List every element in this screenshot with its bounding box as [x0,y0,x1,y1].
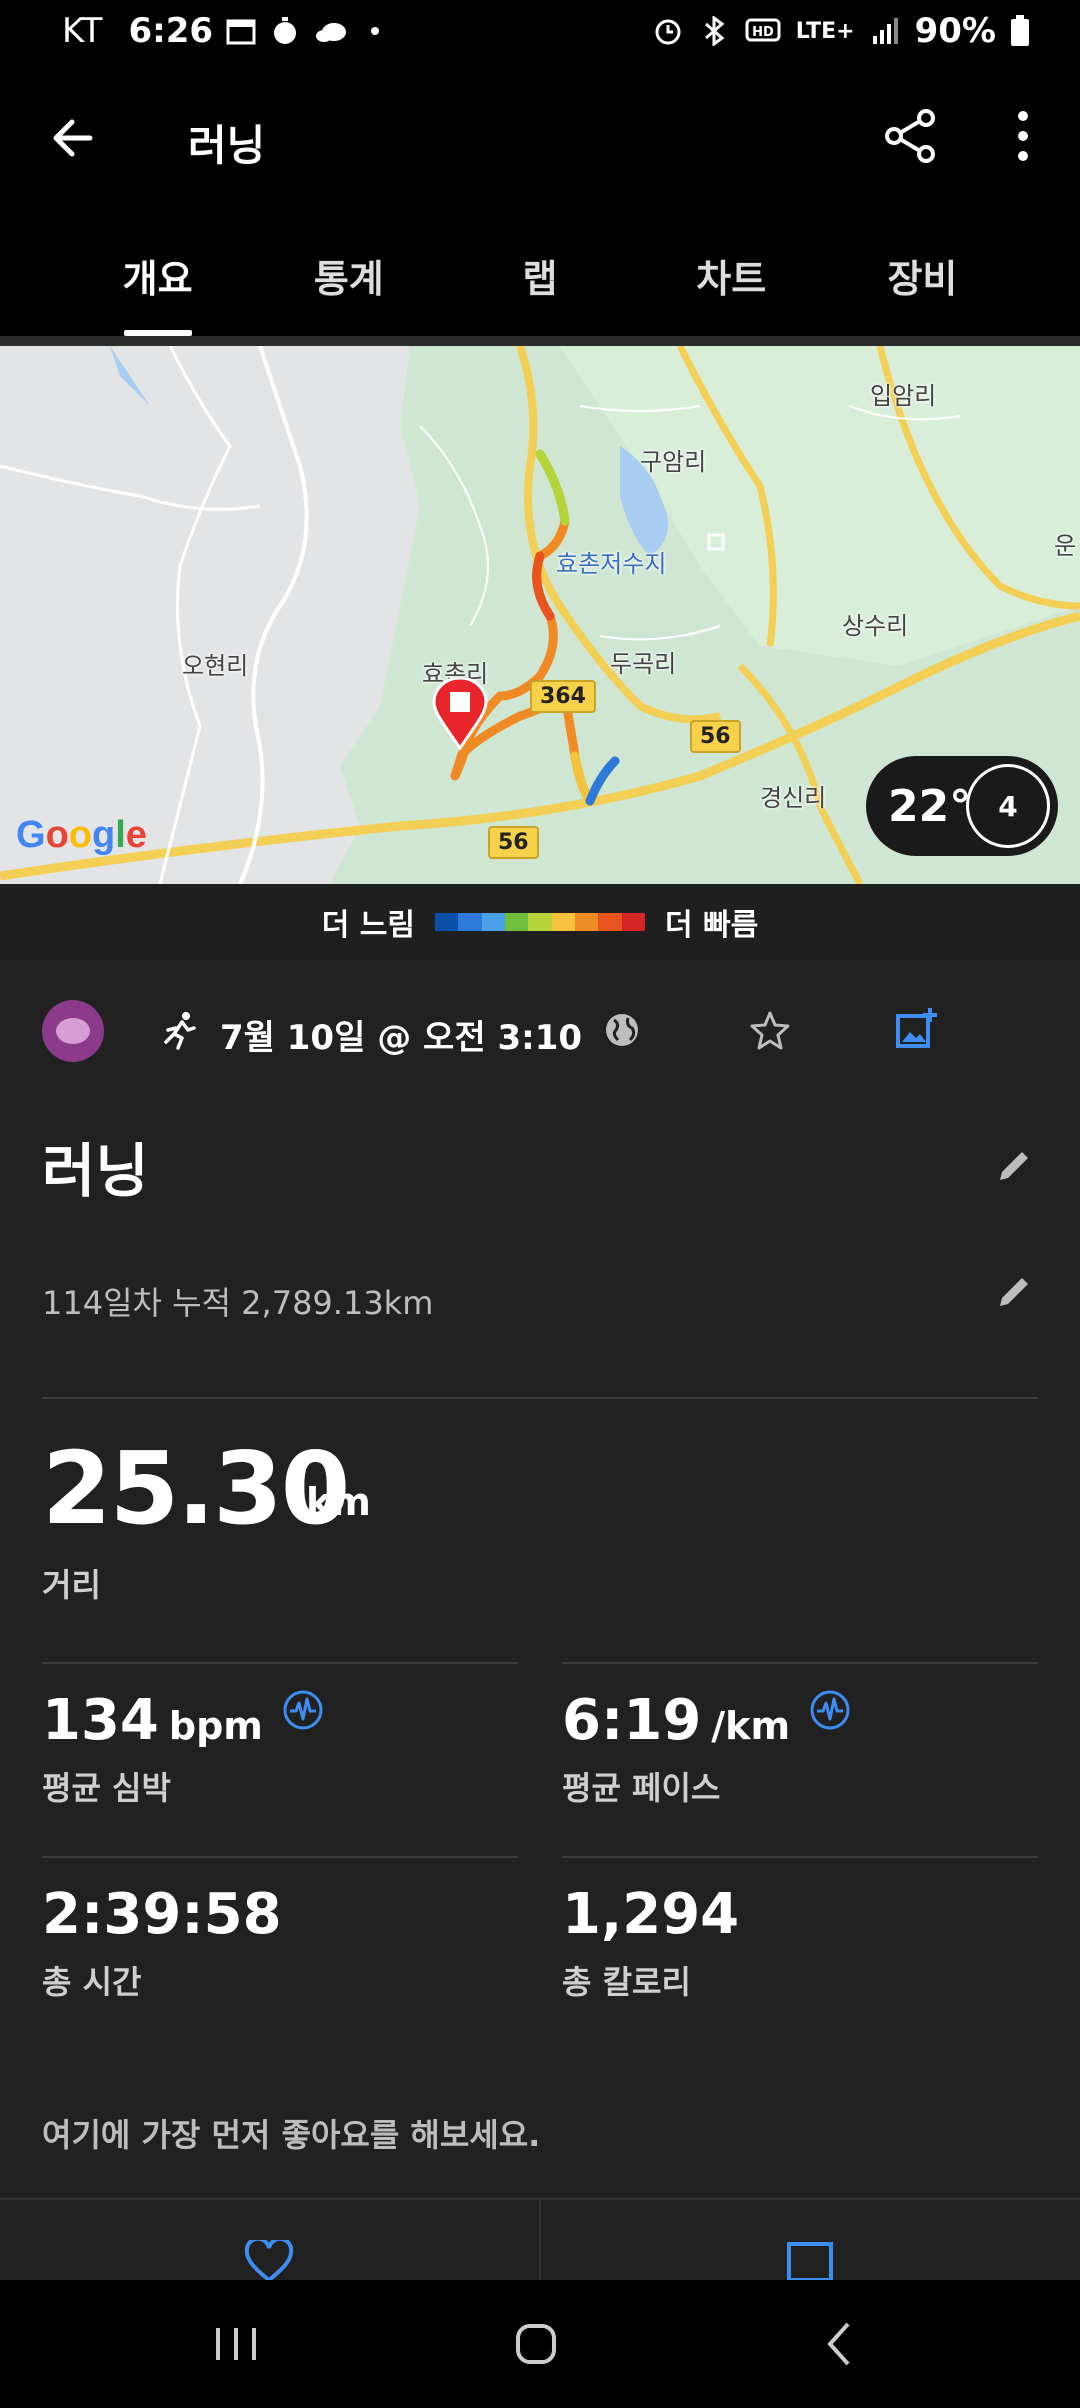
divider [42,1856,518,1858]
stat-total-calories[interactable]: 1,294 총 칼로리 [562,1882,739,2003]
heart-rate-icon [283,1690,323,1730]
tab-laps[interactable]: 랩 [444,240,635,336]
clock: 6:26 [128,11,214,51]
share-icon[interactable] [880,106,940,166]
map-label: 입암리 [870,382,937,410]
map-label: 구암리 [640,448,707,476]
road-number-badge: 56 [690,720,741,753]
carrier-label: KT [62,11,103,51]
back-nav-icon[interactable] [800,2314,880,2374]
stat-value: 134 [42,1688,159,1753]
avatar[interactable] [42,1000,104,1062]
road-number-badge: 364 [530,680,596,713]
tab-gear[interactable]: 장비 [827,240,1018,336]
legend-faster-label: 더 빠름 [665,908,759,943]
app-bar: 러닝 [0,62,1080,212]
status-bar: KT 6:26 HD LTE+ 90% [0,0,1080,62]
stopwatch-icon [274,17,297,44]
activity-description: 114일차 누적 2,789.13km [42,1284,434,1322]
stat-unit: bpm [168,1704,263,1748]
battery-percent: 90% [914,11,996,51]
stat-avg-pace[interactable]: 6:19/km 평균 페이스 [562,1688,851,1809]
back-arrow-icon[interactable] [46,110,102,166]
like-button[interactable] [0,2200,539,2282]
tab-stats[interactable]: 통계 [253,240,444,336]
alarm-icon [655,19,681,45]
activity-date: 7월 10일 @ 오전 3:10 [220,1018,583,1058]
star-icon[interactable] [748,1008,792,1052]
map-label: 두곡리 [610,650,677,678]
notification-dot-icon [371,27,380,35]
battery-icon [1011,15,1029,46]
divider [42,1397,1038,1399]
activity-details: 7월 10일 @ 오전 3:10 러닝 114일차 누적 2,789.13km … [0,960,1080,2282]
social-actions [0,2198,1080,2282]
home-icon[interactable] [496,2314,576,2374]
running-icon [164,1012,196,1050]
map-label: 효촌저수지 [556,550,667,578]
comment-button[interactable] [539,2200,1080,2282]
activity-meta-row: 7월 10일 @ 오전 3:10 [42,996,1042,1066]
network-type: LTE+ [795,18,855,44]
heart-icon [244,2240,294,2282]
signal-icon [872,18,898,44]
distance-value: 25.30 [42,1430,350,1547]
comment-icon [787,2242,833,2282]
map-label: 상수리 [842,612,909,640]
stat-label: 총 칼로리 [562,1963,691,2001]
map-label: 운 [1054,532,1077,560]
like-prompt: 여기에 가장 먼저 좋아요를 해보세요. [42,2116,541,2154]
tab-divider [0,336,1080,346]
pace-legend: 더 느림 더 빠름 [0,884,1080,960]
tab-charts[interactable]: 차트 [636,240,827,336]
recent-apps-icon[interactable] [196,2314,276,2374]
add-photo-icon[interactable] [894,1006,940,1052]
road-number-badge: 56 [488,826,539,859]
heart-rate-icon [810,1690,850,1730]
divider [42,1662,518,1664]
pace-color-scale [435,913,645,931]
stat-avg-heart-rate[interactable]: 134 bpm 평균 심박 [42,1688,324,1809]
calendar-icon [226,19,256,45]
route-map[interactable]: 입암리 구암리 효촌저수지 오현리 효촌리 두곡리 상수리 경신리 운 364 … [0,346,1080,884]
stat-total-time[interactable]: 2:39:58 총 시간 [42,1882,282,2003]
map-label: 경신리 [760,784,827,812]
stat-value: 2:39:58 [42,1882,282,1947]
distance-unit: km [306,1480,371,1524]
cloud-icon [316,23,347,42]
weather-badge: 22° 4 [866,756,1058,856]
system-nav-bar [0,2280,1080,2408]
google-logo: Google [16,814,147,856]
map-label: 오현리 [182,652,249,680]
wind-speed: 4 [966,764,1050,848]
distance-label: 거리 [42,1566,101,1604]
road-pin-icon [707,533,725,551]
hd-voice-icon: HD [745,18,781,42]
page-title: 러닝 [188,121,266,170]
stat-unit: /km [711,1704,791,1748]
divider [562,1856,1038,1858]
bluetooth-icon [704,16,725,46]
temperature: 22° [888,780,972,832]
edit-description-icon[interactable] [994,1272,1034,1312]
globe-icon[interactable] [602,1010,642,1050]
tab-overview[interactable]: 개요 [62,240,253,336]
tab-bar: 개요 통계 랩 차트 장비 [62,240,1018,336]
divider [562,1662,1038,1664]
edit-title-icon[interactable] [994,1146,1034,1186]
more-options-icon[interactable] [1000,106,1046,166]
stat-value: 6:19 [562,1688,702,1753]
svg-text:HD: HD [752,25,774,40]
legend-slower-label: 더 느림 [321,908,415,943]
stat-label: 평균 페이스 [562,1769,721,1807]
stat-value: 1,294 [562,1882,740,1947]
finish-marker-icon [432,678,488,750]
stat-label: 총 시간 [42,1963,142,2001]
stat-label: 평균 심박 [42,1769,171,1807]
activity-title: 러닝 [42,1137,149,1205]
